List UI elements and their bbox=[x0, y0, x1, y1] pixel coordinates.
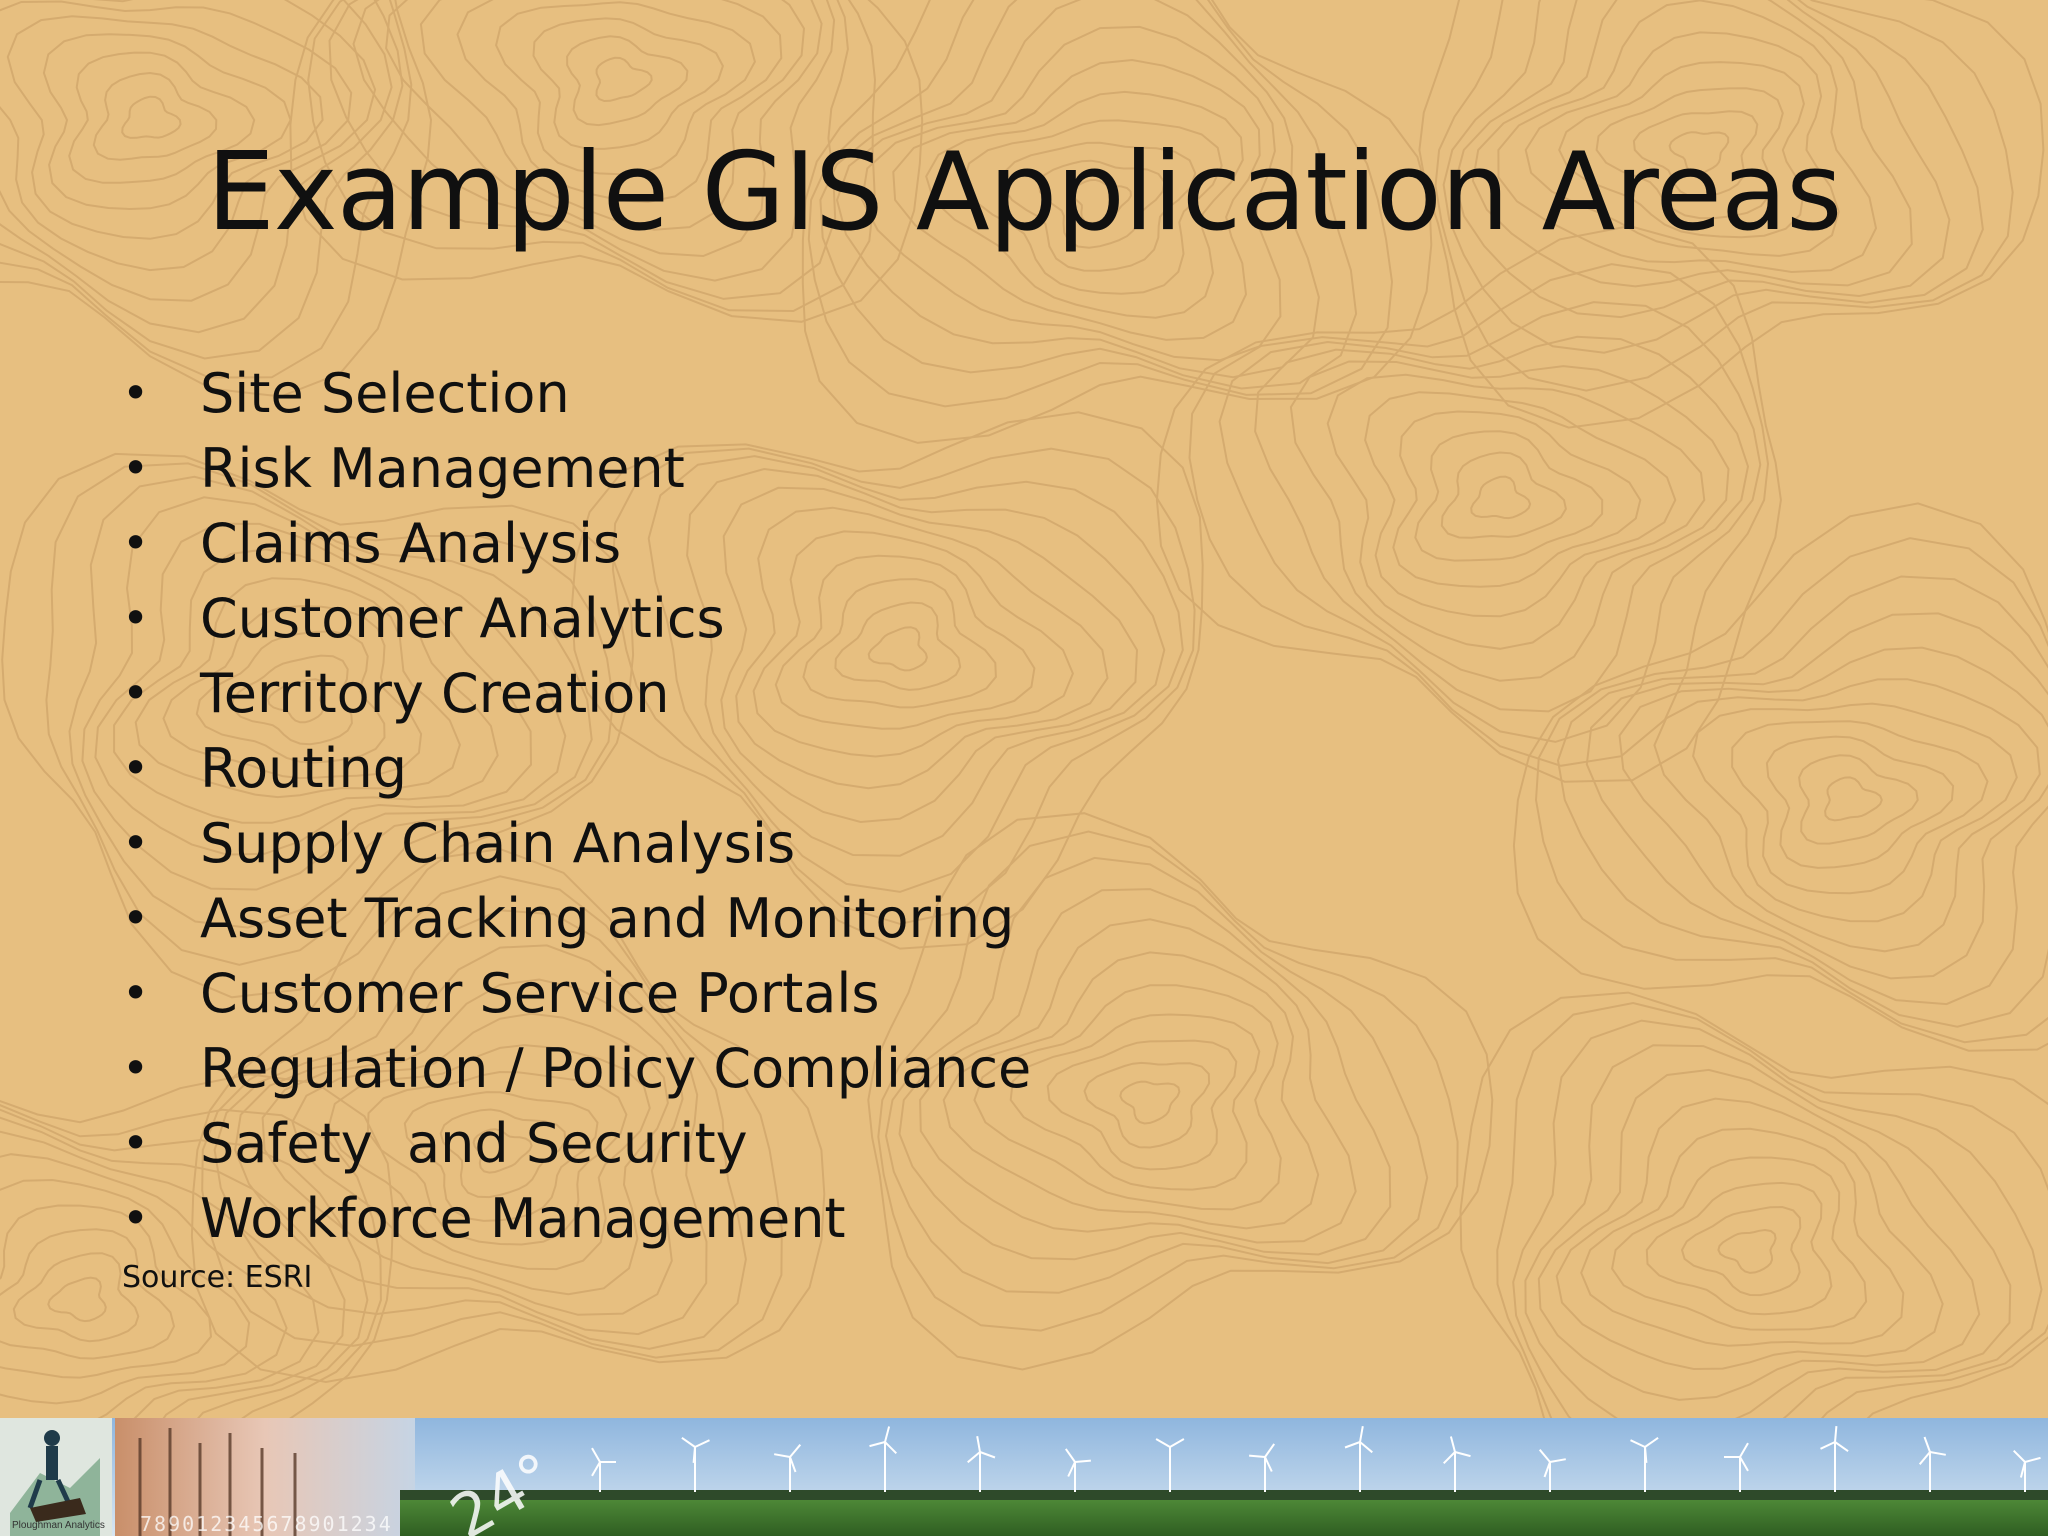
list-item: • Territory Creation bbox=[122, 656, 1031, 731]
bullet-text: Safety and Security bbox=[200, 1112, 748, 1175]
list-item: • Routing bbox=[122, 731, 1031, 806]
bullet-icon: • bbox=[122, 516, 150, 570]
list-item: • Customer Analytics bbox=[122, 581, 1031, 656]
bullet-icon: • bbox=[122, 441, 150, 495]
bullet-text: Site Selection bbox=[200, 362, 570, 425]
bullet-text: Regulation / Policy Compliance bbox=[200, 1037, 1032, 1100]
bullet-icon: • bbox=[122, 891, 150, 945]
bullet-text: Customer Service Portals bbox=[200, 962, 880, 1025]
banner-digits: 789012345678901234 bbox=[140, 1512, 393, 1536]
bullet-text: Asset Tracking and Monitoring bbox=[200, 887, 1015, 950]
bullet-icon: • bbox=[122, 1191, 150, 1245]
list-item: • Site Selection bbox=[122, 356, 1031, 431]
bullet-icon: • bbox=[122, 591, 150, 645]
bullet-icon: • bbox=[122, 741, 150, 795]
bullet-text: Risk Management bbox=[200, 437, 685, 500]
bullet-icon: • bbox=[122, 366, 150, 420]
bullet-text: Territory Creation bbox=[200, 662, 670, 725]
list-item: • Workforce Management bbox=[122, 1181, 1031, 1256]
bullet-icon: • bbox=[122, 1116, 150, 1170]
bullet-text: Routing bbox=[200, 737, 408, 800]
list-item: • Asset Tracking and Monitoring bbox=[122, 881, 1031, 956]
slide-title: Example GIS Application Areas bbox=[206, 130, 1843, 255]
bullet-icon: • bbox=[122, 966, 150, 1020]
bullet-icon: • bbox=[122, 1041, 150, 1095]
source-note: Source: ESRI bbox=[122, 1260, 313, 1295]
bullet-text: Customer Analytics bbox=[200, 587, 725, 650]
list-item: • Supply Chain Analysis bbox=[122, 806, 1031, 881]
list-item: • Safety and Security bbox=[122, 1106, 1031, 1181]
bullet-text: Supply Chain Analysis bbox=[200, 812, 796, 875]
bullet-icon: • bbox=[122, 816, 150, 870]
bullet-text: Claims Analysis bbox=[200, 512, 622, 575]
list-item: • Customer Service Portals bbox=[122, 956, 1031, 1031]
bullet-list: • Site Selection • Risk Management • Claims… bbox=[122, 356, 1031, 1256]
list-item: • Risk Management bbox=[122, 431, 1031, 506]
slide: Example GIS Application Areas • Site Sele… bbox=[0, 0, 2048, 1536]
list-item: • Claims Analysis bbox=[122, 506, 1031, 581]
bullet-icon: • bbox=[122, 666, 150, 720]
bullet-text: Workforce Management bbox=[200, 1187, 846, 1250]
list-item: • Regulation / Policy Compliance bbox=[122, 1031, 1031, 1106]
logo-caption: Ploughman Analytics bbox=[12, 1520, 105, 1531]
